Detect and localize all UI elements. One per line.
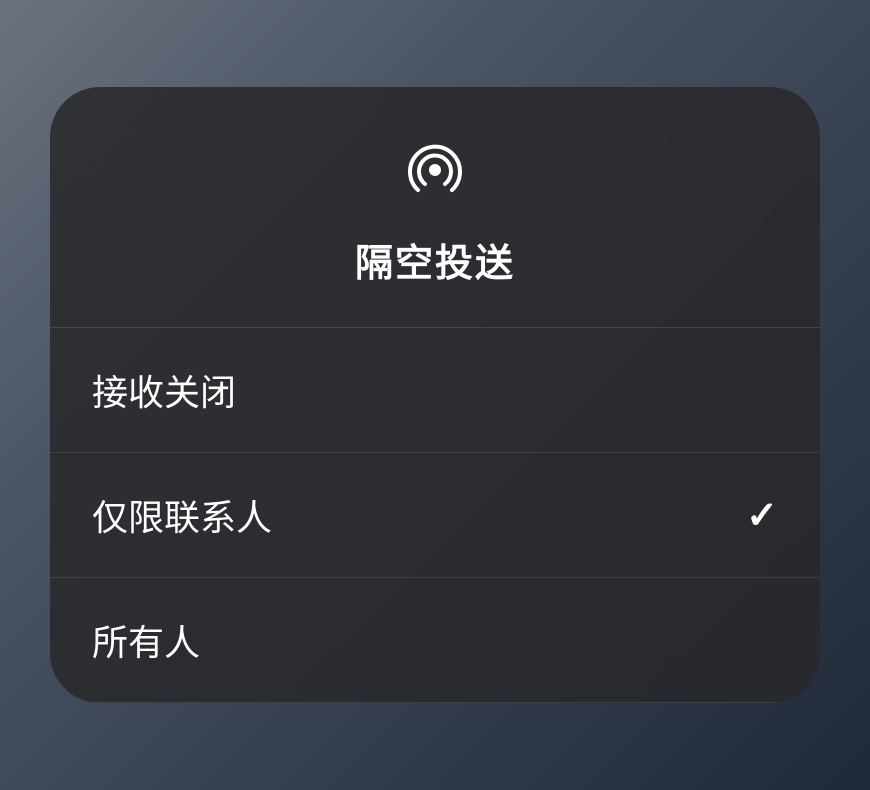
option-label: 所有人 (92, 614, 200, 666)
airdrop-panel: 隔空投送 接收关闭 仅限联系人 ✓ 所有人 (50, 87, 820, 703)
option-label: 接收关闭 (92, 364, 236, 416)
option-label: 仅限联系人 (92, 489, 272, 541)
checkmark-icon: ✓ (746, 493, 778, 538)
option-contacts-only[interactable]: 仅限联系人 ✓ (50, 453, 820, 578)
option-receiving-off[interactable]: 接收关闭 (50, 328, 820, 453)
airdrop-icon (404, 137, 466, 204)
panel-title: 隔空投送 (355, 232, 515, 287)
option-everyone[interactable]: 所有人 (50, 578, 820, 703)
panel-header: 隔空投送 (50, 87, 820, 328)
